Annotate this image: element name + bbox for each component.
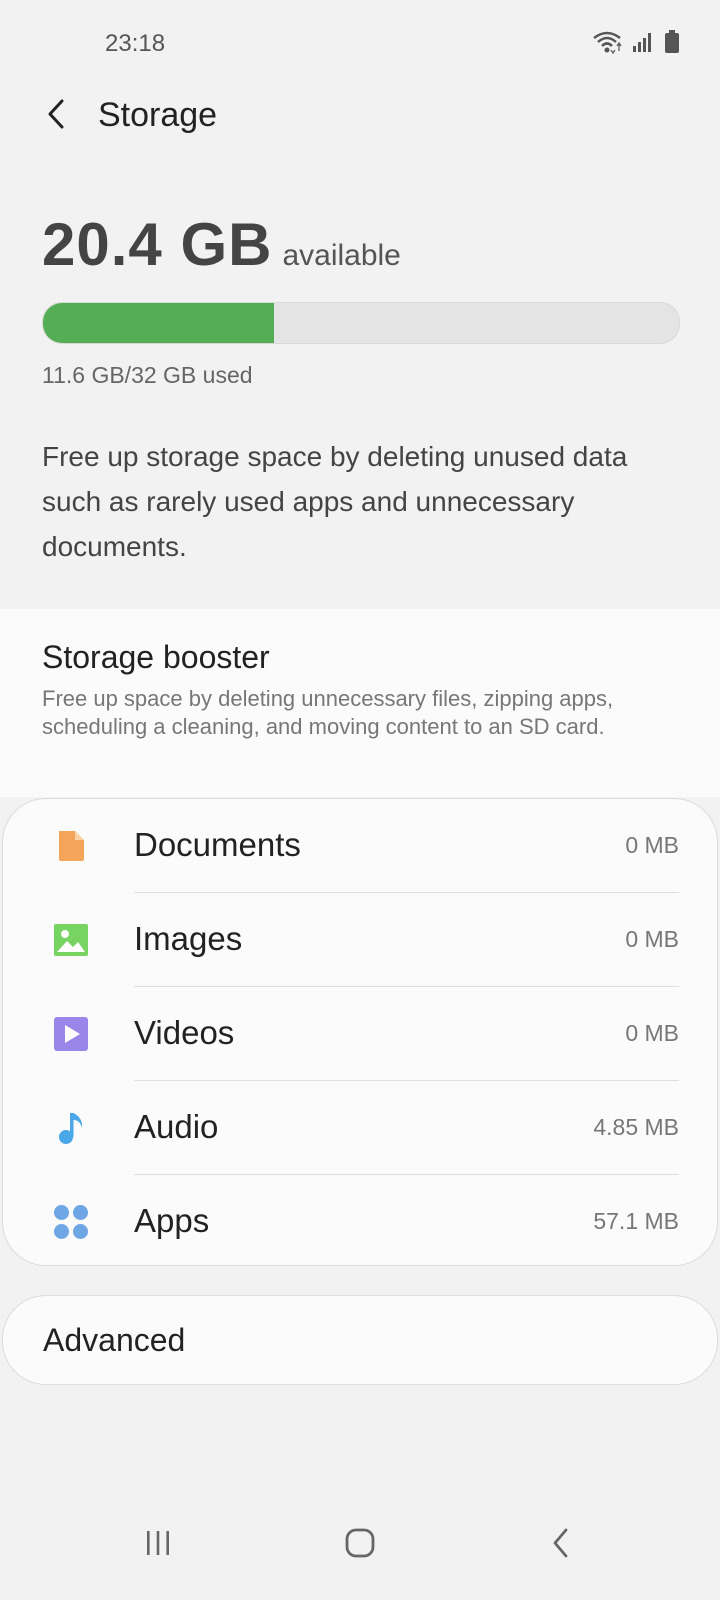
category-videos[interactable]: Videos 0 MB <box>3 987 719 1081</box>
storage-usage-bar <box>42 302 680 344</box>
category-size: 57.1 MB <box>593 1208 679 1234</box>
recents-button[interactable] <box>128 1520 188 1570</box>
category-size: 0 MB <box>625 926 679 952</box>
system-back-button[interactable] <box>531 1520 591 1570</box>
status-icons <box>592 30 680 59</box>
available-value: 20.4 GB <box>42 211 273 278</box>
advanced-button[interactable]: Advanced <box>2 1295 718 1385</box>
category-size: 0 MB <box>625 1020 679 1046</box>
signal-icon <box>632 31 654 58</box>
battery-icon <box>664 30 680 59</box>
apps-icon <box>51 1202 91 1242</box>
storage-booster-description: Free up space by deleting unnecessary fi… <box>42 686 614 739</box>
recents-icon <box>144 1529 172 1562</box>
category-apps[interactable]: Apps 57.1 MB <box>3 1175 719 1269</box>
status-time: 23:18 <box>105 30 166 57</box>
category-size: 4.85 MB <box>593 1114 679 1140</box>
back-button[interactable] <box>34 94 78 138</box>
home-icon <box>344 1527 376 1564</box>
image-icon <box>51 920 91 960</box>
used-text: 11.6 GB/32 GB used <box>42 362 253 388</box>
category-label: Images <box>134 920 243 957</box>
category-label: Apps <box>134 1202 210 1239</box>
wifi-icon <box>592 30 622 59</box>
category-size: 0 MB <box>625 832 679 858</box>
storage-booster[interactable]: Storage booster Free up space by deletin… <box>0 609 720 797</box>
storage-description: Free up storage space by deleting unused… <box>42 441 628 562</box>
category-documents[interactable]: Documents 0 MB <box>3 799 719 893</box>
music-note-icon <box>51 1108 91 1148</box>
navigation-bar <box>0 1510 720 1600</box>
storage-usage-bar-fill <box>43 303 274 343</box>
header: Storage <box>0 90 720 150</box>
chevron-left-icon <box>44 98 68 135</box>
home-button[interactable] <box>330 1520 390 1570</box>
advanced-label: Advanced <box>43 1322 186 1358</box>
storage-summary: 20.4 GB available 11.6 GB/32 GB used <box>42 210 680 388</box>
available-row: 20.4 GB available <box>42 210 678 279</box>
storage-categories: Documents 0 MB Images 0 MB Videos 0 MB A… <box>2 798 718 1266</box>
page-title: Storage <box>98 96 218 134</box>
category-audio[interactable]: Audio 4.85 MB <box>3 1081 719 1175</box>
status-bar: 23:18 <box>0 0 720 90</box>
storage-booster-title: Storage booster <box>42 639 270 675</box>
back-icon <box>550 1527 572 1564</box>
document-icon <box>51 826 91 866</box>
category-images[interactable]: Images 0 MB <box>3 893 719 987</box>
available-label: available <box>282 239 401 272</box>
category-label: Videos <box>134 1014 235 1051</box>
category-label: Audio <box>134 1108 219 1145</box>
video-icon <box>51 1014 91 1054</box>
category-label: Documents <box>134 826 301 863</box>
